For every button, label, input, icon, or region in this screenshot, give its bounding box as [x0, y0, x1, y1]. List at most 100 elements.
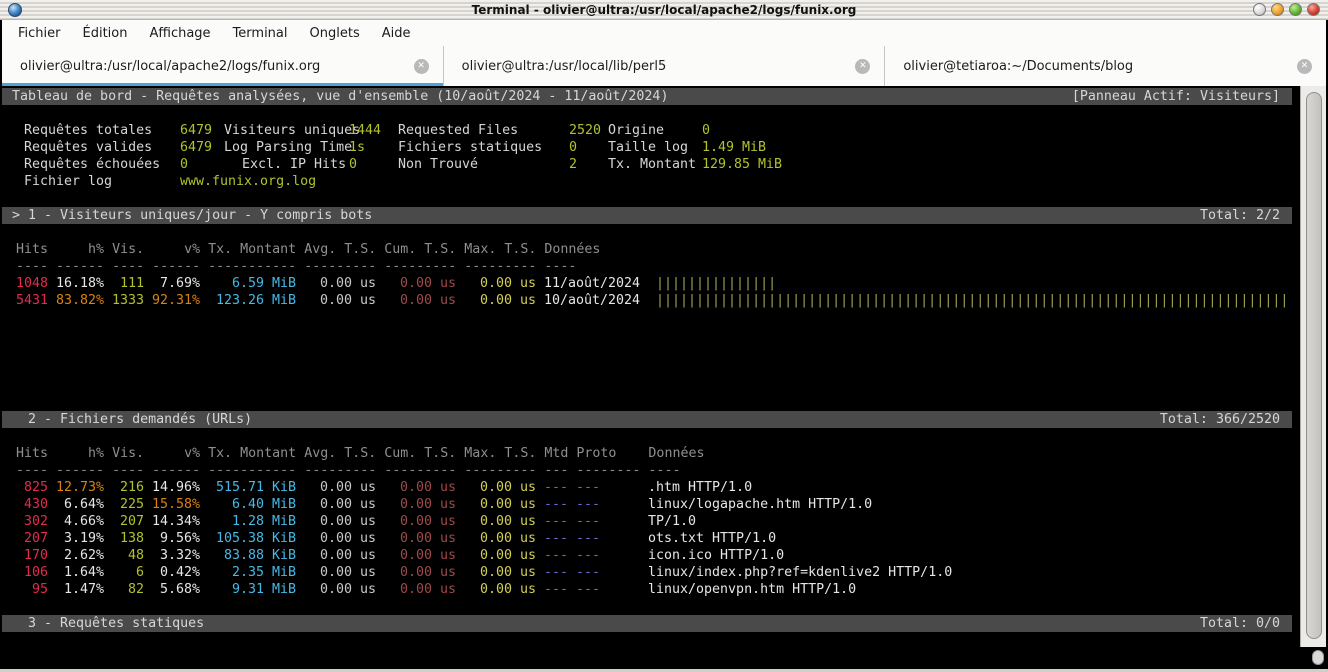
cell-avg: 0.00 us [296, 275, 376, 292]
menu-item-aide[interactable]: Aide [371, 23, 422, 44]
cell-vis: 216 [104, 479, 144, 496]
window-titlebar[interactable]: Terminal - olivier@ultra:/usr/local/apac… [0, 0, 1328, 20]
cell-vis: 111 [104, 275, 144, 292]
cell-mtd: --- [536, 581, 568, 598]
minimize-button[interactable] [1271, 3, 1284, 16]
cell-cum: 0.00 us [376, 479, 456, 496]
summary-row: Fichier log www.funix.org.log [2, 173, 1300, 190]
summary-value: 2520 [569, 122, 608, 139]
active-panel-indicator: [Panneau Actif: Visiteurs] [1072, 88, 1280, 105]
cell-vis: 6 [104, 564, 144, 581]
cell-hits: 170 [16, 547, 48, 564]
cell-tx: 123.26 MiB [200, 292, 296, 309]
cell-max: 0.00 us [456, 581, 536, 598]
cell-data: linux/openvpn.htm HTTP/1.0 [640, 581, 856, 598]
table-row[interactable]: 3024.66%20714.34%1.28 MiB0.00 us0.00 us0… [2, 513, 1300, 530]
tab-2[interactable]: olivier@ultra:/usr/local/lib/perl5 ✕ [444, 46, 886, 86]
cell-max: 0.00 us [456, 547, 536, 564]
tab-bar: olivier@ultra:/usr/local/apache2/logs/fu… [2, 46, 1326, 86]
cell-avg: 0.00 us [296, 496, 376, 513]
cell-vis: 82 [104, 581, 144, 598]
close-button[interactable] [1307, 3, 1320, 16]
summary-value: 1444 [349, 122, 398, 139]
cell-vis: 207 [104, 513, 144, 530]
panel-1-table: 104816.18%1117.69%6.59 MiB0.00 us0.00 us… [2, 275, 1300, 309]
table-row[interactable]: 543183.82%133392.31%123.26 MiB0.00 us0.0… [2, 292, 1300, 309]
cell-proto: --- [568, 530, 640, 547]
tab-3-close-icon[interactable]: ✕ [1297, 59, 1312, 74]
tab-2-close-icon[interactable]: ✕ [855, 59, 870, 74]
cell-max: 0.00 us [456, 496, 536, 513]
menu-item-edition[interactable]: Édition [72, 23, 139, 44]
panel-1-total: Total: 2/2 [1200, 207, 1280, 224]
cell-hp: 2.62% [48, 547, 104, 564]
cell-max: 0.00 us [456, 292, 536, 309]
resize-grip[interactable] [1312, 650, 1324, 665]
tab-3[interactable]: olivier@tetiaroa:~/Documents/blog ✕ [885, 46, 1326, 86]
cell-proto: --- [568, 496, 640, 513]
cell-bars: ||||||||||||||| [656, 275, 776, 292]
table-row[interactable]: 1061.64%60.42%2.35 MiB0.00 us0.00 us0.00… [2, 564, 1300, 581]
cell-hits: 5431 [16, 292, 48, 309]
cell-vp: 15.58% [144, 496, 200, 513]
panel-1-column-dashes: ---- ------ ---- ------ ----------- ----… [2, 258, 1300, 275]
menu-bar: Fichier Édition Affichage Terminal Ongle… [2, 20, 1326, 46]
summary-label: Excl. IP Hits [224, 156, 349, 173]
summary-row: Requêtes échouées 0 Excl. IP Hits 0 Non … [2, 156, 1300, 173]
cell-max: 0.00 us [456, 275, 536, 292]
tab-1[interactable]: olivier@ultra:/usr/local/apache2/logs/fu… [2, 46, 444, 86]
cell-cum: 0.00 us [376, 547, 456, 564]
table-row[interactable]: 2073.19%1389.56%105.38 KiB0.00 us0.00 us… [2, 530, 1300, 547]
tab-1-close-icon[interactable]: ✕ [414, 59, 429, 74]
cell-tx: 1.28 MiB [200, 513, 296, 530]
summary-label: Requêtes échouées [24, 156, 180, 173]
panel-2-title: 2 - Fichiers demandés (URLs) [12, 411, 252, 428]
panel-3-header-bar[interactable]: 3 - Requêtes statiques Total: 0/0 [2, 615, 1292, 632]
cell-proto: --- [568, 479, 640, 496]
cell-mtd: --- [536, 513, 568, 530]
table-row[interactable]: 951.47%825.68%9.31 MiB0.00 us0.00 us0.00… [2, 581, 1300, 598]
table-row[interactable]: 1702.62%483.32%83.88 KiB0.00 us0.00 us0.… [2, 547, 1300, 564]
cell-tx: 9.31 MiB [200, 581, 296, 598]
summary-label: Non Trouvé [398, 156, 569, 173]
cell-avg: 0.00 us [296, 564, 376, 581]
cell-max: 0.00 us [456, 513, 536, 530]
cell-tx: 6.59 MiB [200, 275, 296, 292]
cell-avg: 0.00 us [296, 547, 376, 564]
cell-cum: 0.00 us [376, 581, 456, 598]
cell-vp: 3.32% [144, 547, 200, 564]
summary-value: 129.85 MiB [702, 156, 782, 173]
goaccess-header-bar: Tableau de bord - Requêtes analysées, vu… [2, 88, 1292, 105]
cell-vp: 5.68% [144, 581, 200, 598]
summary-label: Requêtes valides [24, 139, 180, 156]
tab-2-label: olivier@ultra:/usr/local/lib/perl5 [462, 59, 667, 74]
summary-row: Requêtes valides 6479 Log Parsing Time 1… [2, 139, 1300, 156]
cell-hits: 302 [16, 513, 48, 530]
cell-hp: 4.66% [48, 513, 104, 530]
menu-item-fichier[interactable]: Fichier [7, 23, 72, 44]
shade-button[interactable] [1253, 3, 1266, 16]
table-row[interactable]: 104816.18%1117.69%6.59 MiB0.00 us0.00 us… [2, 275, 1300, 292]
panel-2-header-bar[interactable]: 2 - Fichiers demandés (URLs) Total: 366/… [2, 411, 1292, 428]
goaccess-status-bar: [?] Aide [Enter] Dév. Panneau 0/r - 11/a… [2, 647, 1326, 669]
summary-label: Tx. Montant [608, 156, 702, 173]
summary-value: 6479 [180, 139, 224, 156]
scrollbar[interactable] [1300, 86, 1326, 647]
menu-item-terminal[interactable]: Terminal [222, 23, 299, 44]
menu-item-onglets[interactable]: Onglets [299, 23, 371, 44]
cell-max: 0.00 us [456, 479, 536, 496]
cell-avg: 0.00 us [296, 530, 376, 547]
menu-item-affichage[interactable]: Affichage [138, 23, 221, 44]
maximize-button[interactable] [1289, 3, 1302, 16]
cell-hits: 1048 [16, 275, 48, 292]
terminal-screen[interactable]: Tableau de bord - Requêtes analysées, vu… [2, 86, 1300, 647]
cell-hp: 6.64% [48, 496, 104, 513]
panel-1-header-bar[interactable]: > 1 - Visiteurs uniques/jour - Y compris… [2, 207, 1292, 224]
table-row[interactable]: 82512.73%21614.96%515.71 KiB0.00 us0.00 … [2, 479, 1300, 496]
scrollbar-thumb[interactable] [1306, 92, 1322, 639]
cell-hp: 3.19% [48, 530, 104, 547]
cell-hits: 430 [16, 496, 48, 513]
table-row[interactable]: 4306.64%22515.58%6.40 MiB0.00 us0.00 us0… [2, 496, 1300, 513]
summary-label: Requêtes totales [24, 122, 180, 139]
summary-row: Requêtes totales 6479 Visiteurs uniques … [2, 122, 1300, 139]
